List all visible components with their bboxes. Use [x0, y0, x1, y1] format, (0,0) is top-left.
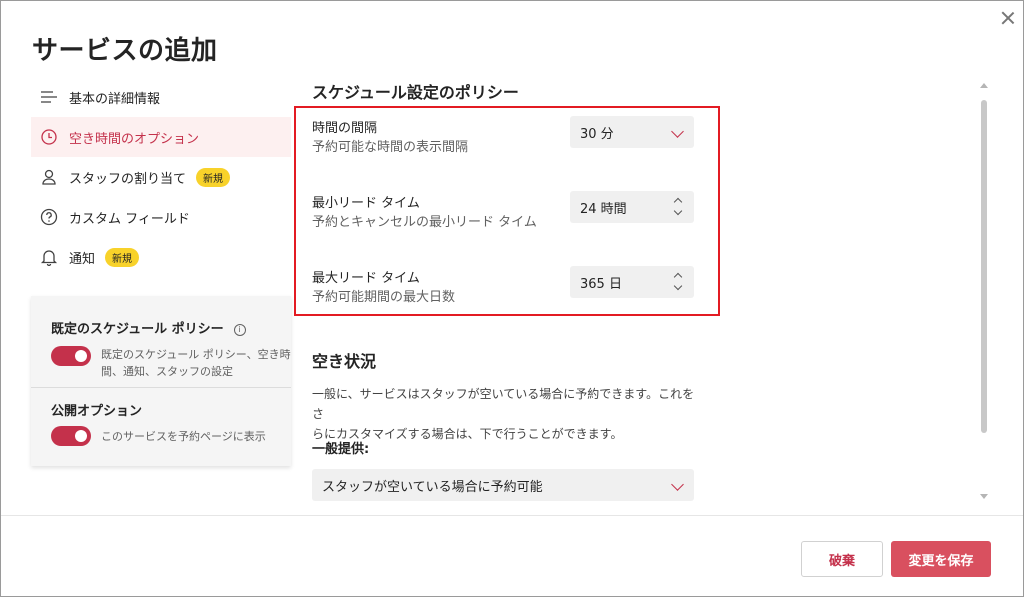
chevron-down-icon[interactable] — [673, 206, 683, 216]
person-icon — [39, 167, 59, 187]
new-badge: 新規 — [105, 247, 140, 267]
availability-desc-line2: らにカスタマイズする場合は、下で行うことができます。 — [312, 427, 623, 441]
max-lead-stepper[interactable]: 365 日 — [570, 266, 694, 298]
default-policy-desc-line2: 間、通知、スタッフの設定 — [101, 365, 233, 378]
scroll-up-arrow[interactable] — [980, 83, 988, 88]
save-changes-button[interactable]: 変更を保存 — [891, 541, 991, 577]
general-availability-label: 一般提供: — [312, 442, 370, 457]
list-icon — [39, 87, 59, 107]
toggle-knob — [75, 430, 87, 442]
card-divider — [31, 387, 291, 388]
sidebar-item-basic-details[interactable]: 基本の詳細情報 — [31, 77, 291, 117]
default-policy-heading-text: 既定のスケジュール ポリシー — [51, 322, 224, 337]
max-lead-label: 最大リード タイム — [312, 271, 420, 286]
stepper-arrows[interactable] — [672, 271, 684, 293]
schedule-policy-heading: スケジュール設定のポリシー — [312, 83, 519, 102]
max-lead-description: 予約可能期間の最大日数 — [312, 290, 456, 305]
chevron-up-icon[interactable] — [673, 272, 683, 282]
min-lead-label: 最小リード タイム — [312, 196, 420, 211]
sidebar-item-label: 通知 — [69, 251, 96, 267]
default-policy-toggle[interactable] — [51, 346, 91, 366]
sidebar-item-custom-fields[interactable]: カスタム フィールド — [31, 197, 291, 237]
min-lead-value: 24 時間 — [580, 201, 627, 217]
info-icon[interactable]: i — [233, 324, 246, 336]
chevron-up-icon[interactable] — [673, 197, 683, 207]
sidebar-nav: 基本の詳細情報 空き時間のオプション スタッフの割り当て 新規 カスタム フィー… — [31, 77, 291, 277]
toggle-knob — [75, 350, 87, 362]
chevron-down-icon — [671, 125, 684, 138]
new-badge: 新規 — [196, 167, 231, 187]
sidebar-item-availability-options[interactable]: 空き時間のオプション — [31, 117, 291, 157]
interval-dropdown[interactable]: 30 分 — [570, 116, 694, 148]
sidebar-item-staff-assignment[interactable]: スタッフの割り当て 新規 — [31, 157, 291, 197]
sidebar-item-notifications[interactable]: 通知 新規 — [31, 237, 291, 277]
max-lead-value: 365 日 — [580, 276, 622, 292]
default-policy-heading: 既定のスケジュール ポリシー i — [51, 318, 246, 337]
min-lead-stepper[interactable]: 24 時間 — [570, 191, 694, 223]
general-availability-value: スタッフが空いている場合に予約可能 — [322, 479, 543, 495]
clock-icon — [39, 127, 59, 147]
interval-label: 時間の間隔 — [312, 121, 378, 136]
discard-button[interactable]: 破棄 — [801, 541, 883, 577]
public-options-heading: 公開オプション — [51, 404, 143, 419]
availability-description: 一般に、サービスはスタッフが空いている場合に予約できます。これをさ らにカスタマ… — [312, 384, 702, 444]
interval-value: 30 分 — [580, 126, 614, 142]
chevron-down-icon[interactable] — [673, 281, 683, 291]
sidebar-item-label: スタッフの割り当て — [69, 171, 187, 187]
service-settings-card: 既定のスケジュール ポリシー i 既定のスケジュール ポリシー、空き時 間、通知、… — [31, 296, 291, 466]
public-options-description: このサービスを予約ページに表示 — [101, 430, 266, 443]
sidebar-item-label: カスタム フィールド — [69, 211, 190, 227]
close-icon[interactable] — [998, 8, 1018, 28]
sidebar-item-label: 基本の詳細情報 — [69, 91, 161, 107]
general-availability-dropdown[interactable]: スタッフが空いている場合に予約可能 — [312, 469, 694, 501]
question-icon — [39, 207, 59, 227]
scrollbar-thumb[interactable] — [981, 100, 987, 433]
default-policy-description: 既定のスケジュール ポリシー、空き時 間、通知、スタッフの設定 — [101, 346, 291, 380]
stepper-arrows[interactable] — [672, 196, 684, 218]
footer-divider — [1, 515, 1023, 516]
dialog-title: サービスの追加 — [32, 36, 218, 66]
interval-description: 予約可能な時間の表示間隔 — [312, 140, 469, 155]
chevron-down-icon — [671, 478, 684, 491]
public-options-toggle[interactable] — [51, 426, 91, 446]
bell-icon — [39, 247, 59, 267]
availability-heading: 空き状況 — [312, 352, 377, 371]
default-policy-desc-line1: 既定のスケジュール ポリシー、空き時 — [101, 348, 291, 361]
sidebar-item-label: 空き時間のオプション — [69, 131, 200, 147]
scroll-down-arrow[interactable] — [980, 494, 988, 499]
availability-desc-line1: 一般に、サービスはスタッフが空いている場合に予約できます。これをさ — [312, 387, 695, 421]
min-lead-description: 予約とキャンセルの最小リード タイム — [312, 215, 537, 230]
